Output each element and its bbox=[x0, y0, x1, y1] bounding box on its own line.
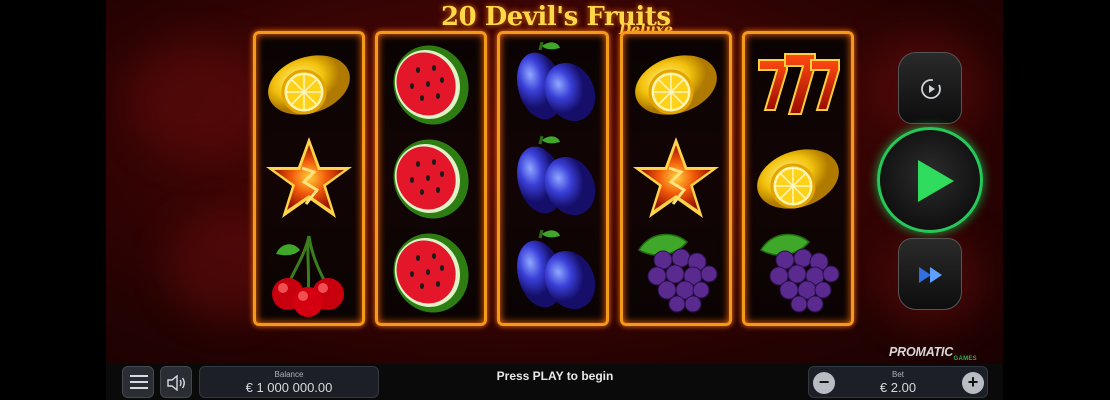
speaker-icon bbox=[167, 375, 185, 391]
autoplay-icon bbox=[921, 79, 941, 99]
balance-value: € 1 000 000.00 bbox=[245, 380, 333, 395]
provider-logo: PROMATIC GAMES bbox=[889, 345, 989, 365]
watermelon-symbol bbox=[384, 228, 478, 318]
status-message: Press PLAY to begin bbox=[496, 369, 614, 383]
bet-increase-button[interactable]: + bbox=[962, 372, 984, 394]
autoplay-button[interactable] bbox=[898, 52, 962, 124]
cherries-symbol bbox=[262, 228, 356, 318]
plum-symbol bbox=[506, 228, 600, 318]
sound-button[interactable] bbox=[160, 366, 192, 398]
fast-forward-icon bbox=[919, 267, 942, 283]
turbo-button[interactable] bbox=[898, 238, 962, 310]
bet-value: € 2.00 bbox=[879, 380, 917, 395]
provider-sub: GAMES bbox=[953, 356, 977, 362]
grapes-symbol bbox=[629, 228, 723, 318]
left-letterbox bbox=[0, 0, 106, 400]
bet-display: Bet € 2.00 bbox=[808, 366, 988, 398]
plum-symbol bbox=[506, 40, 600, 130]
bet-decrease-button[interactable]: − bbox=[813, 372, 835, 394]
seven-symbol bbox=[751, 40, 845, 130]
lemon-symbol bbox=[629, 40, 723, 130]
balance-display: Balance € 1 000 000.00 bbox=[199, 366, 379, 398]
bet-label: Bet bbox=[891, 370, 904, 379]
watermelon-symbol bbox=[384, 134, 478, 224]
star-symbol bbox=[262, 134, 356, 224]
plum-symbol bbox=[506, 134, 600, 224]
hamburger-menu-icon bbox=[130, 375, 148, 389]
lemon-symbol bbox=[262, 40, 356, 130]
menu-button[interactable] bbox=[122, 366, 154, 398]
balance-label: Balance bbox=[274, 370, 304, 379]
lemon-symbol bbox=[751, 134, 845, 224]
provider-name: PROMATIC bbox=[889, 345, 954, 359]
star-symbol bbox=[629, 134, 723, 224]
right-letterbox bbox=[1003, 0, 1110, 400]
play-icon bbox=[918, 160, 954, 202]
spin-button[interactable] bbox=[877, 127, 983, 233]
watermelon-symbol bbox=[384, 40, 478, 130]
grapes-symbol bbox=[751, 228, 845, 318]
